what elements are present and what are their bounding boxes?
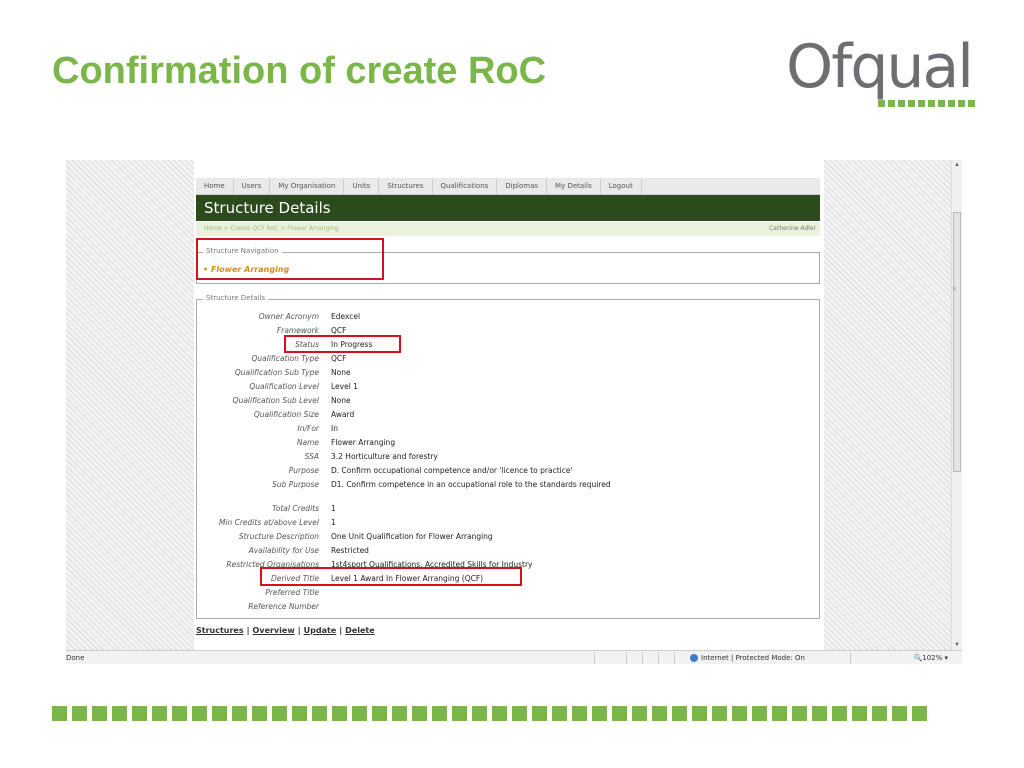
detail-label: Structure Description — [238, 532, 319, 541]
nav-users[interactable]: Users — [234, 178, 271, 194]
detail-label: Qualification Level — [249, 382, 319, 391]
detail-label: Preferred Title — [265, 588, 319, 597]
overview-link[interactable]: Overview — [253, 626, 295, 635]
nav-units[interactable]: Units — [344, 178, 380, 194]
detail-label: Qualification Sub Type — [234, 368, 319, 377]
detail-value: None — [331, 368, 351, 377]
breadcrumb[interactable]: Home > Create QCF RoC > Flower Arranging — [204, 222, 339, 236]
status-text: Done — [66, 654, 85, 662]
detail-value: D1. Confirm competence in an occupationa… — [331, 480, 611, 489]
highlight-structure-navigation — [196, 238, 384, 280]
detail-value: Award — [331, 410, 355, 419]
logo-dots — [878, 100, 975, 107]
scroll-down-icon[interactable]: ▼ — [954, 642, 960, 648]
footer-dot-strip — [52, 706, 927, 721]
detail-value: Flower Arranging — [331, 438, 396, 447]
security-zone[interactable]: Internet | Protected Mode: On — [690, 654, 805, 662]
security-zone-label: Internet | Protected Mode: On — [701, 654, 805, 662]
nav-qualifications[interactable]: Qualifications — [433, 178, 498, 194]
detail-label: Sub Purpose — [272, 480, 319, 489]
detail-value: Level 1 — [331, 382, 358, 391]
vertical-scrollbar[interactable]: ▲ ≡ ▼ — [951, 160, 962, 650]
web-page: Home Users My Organisation Units Structu… — [194, 160, 824, 650]
detail-value: 3.2 Horticulture and forestry — [331, 452, 438, 461]
delete-link[interactable]: Delete — [345, 626, 374, 635]
zoom-level[interactable]: 🔍102% ▾ — [914, 654, 948, 662]
nav-home[interactable]: Home — [196, 178, 234, 194]
page-heading: Structure Details — [196, 195, 820, 221]
structure-details-legend: Structure Details — [203, 294, 269, 302]
zoom-value: 102% — [922, 654, 943, 662]
detail-value: 1 — [331, 504, 336, 513]
logo-text: Ofqual — [786, 32, 974, 102]
detail-label: Min Credits at/above Level — [218, 518, 319, 527]
nav-diplomas[interactable]: Diplomas — [497, 178, 548, 194]
detail-value: D. Confirm occupational competence and/o… — [331, 466, 573, 475]
nav-my-details[interactable]: My Details — [547, 178, 601, 194]
detail-label: Owner Acronym — [258, 312, 319, 321]
magnifier-icon: 🔍 — [913, 654, 923, 662]
scroll-grip-icon: ≡ — [953, 286, 956, 292]
browser-status-bar: Done Internet | Protected Mode: On 🔍102%… — [66, 650, 962, 664]
detail-label: Total Credits — [272, 504, 319, 513]
scroll-thumb[interactable] — [953, 212, 961, 472]
breadcrumb-bar: Home > Create QCF RoC > Flower Arranging… — [196, 222, 820, 236]
detail-label: Name — [296, 438, 319, 447]
detail-value: QCF — [331, 354, 347, 363]
browser-screenshot: Home Users My Organisation Units Structu… — [66, 160, 962, 664]
highlight-status — [284, 335, 401, 353]
bottom-links: Structures | Overview | Update | Delete — [196, 626, 375, 635]
detail-value: None — [331, 396, 351, 405]
detail-value: One Unit Qualification for Flower Arrang… — [331, 532, 493, 541]
detail-value: Restricted — [331, 546, 369, 555]
detail-label: In/For — [297, 424, 319, 433]
highlight-derived-title — [260, 567, 522, 586]
structures-link[interactable]: Structures — [196, 626, 244, 635]
main-nav: Home Users My Organisation Units Structu… — [196, 178, 820, 195]
detail-value: In — [331, 424, 338, 433]
detail-value: 1 — [331, 518, 336, 527]
detail-label: Reference Number — [248, 602, 319, 611]
update-link[interactable]: Update — [304, 626, 337, 635]
logged-in-user: Catherine Adler — [769, 225, 816, 232]
detail-label: Availability for Use — [248, 546, 319, 555]
detail-label: SSA — [304, 452, 319, 461]
nav-logout[interactable]: Logout — [601, 178, 642, 194]
detail-label: Qualification Sub Level — [232, 396, 319, 405]
detail-value: Edexcel — [331, 312, 361, 321]
ofqual-logo: Ofqual — [786, 32, 975, 110]
detail-label: Qualification Type — [251, 354, 319, 363]
slide-title: Confirmation of create RoC — [52, 50, 547, 92]
scroll-up-icon[interactable]: ▲ — [954, 162, 960, 168]
nav-my-organisation[interactable]: My Organisation — [270, 178, 345, 194]
detail-label: Framework — [276, 326, 319, 335]
detail-label: Purpose — [288, 466, 319, 475]
globe-icon — [690, 654, 698, 662]
detail-label: Qualification Size — [253, 410, 319, 419]
detail-value: QCF — [331, 326, 347, 335]
nav-structures[interactable]: Structures — [379, 178, 433, 194]
